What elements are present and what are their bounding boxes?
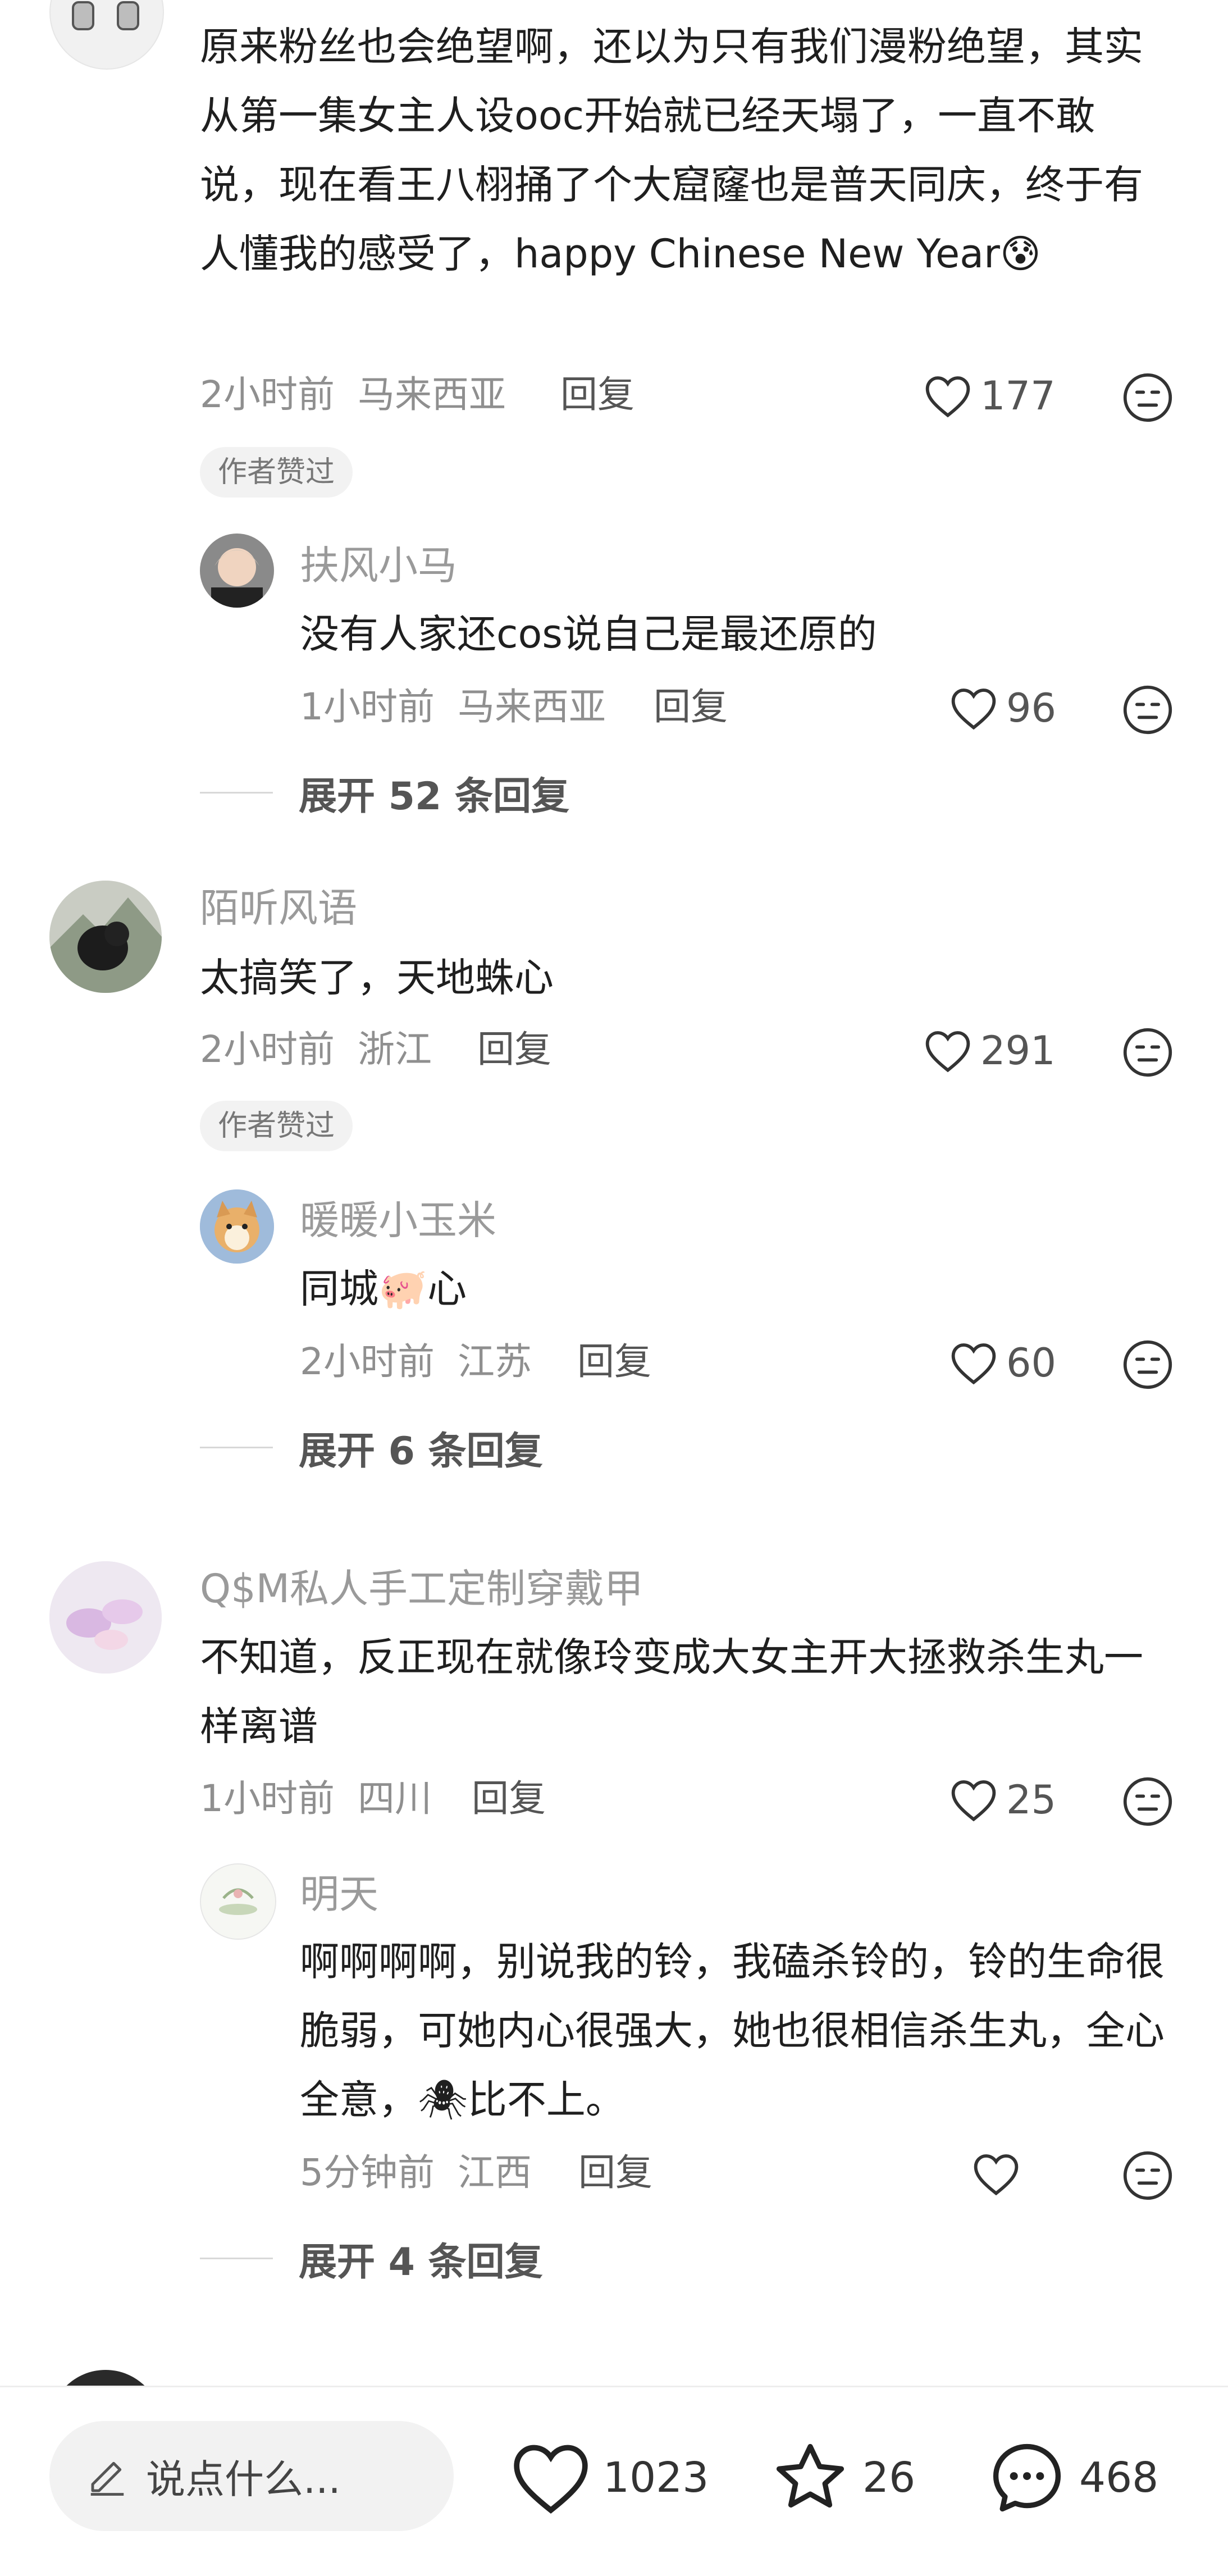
reply-text-part: 心 (427, 1266, 467, 1312)
like-button[interactable]: 177 (923, 371, 1056, 421)
comment-input[interactable]: 说点什么... (49, 2421, 454, 2531)
heart-icon (974, 2154, 1019, 2196)
meh-face-icon[interactable] (1122, 1027, 1174, 1078)
like-post-button[interactable]: 1023 (510, 2441, 709, 2514)
reply-text-part: 同城 (300, 1266, 378, 1312)
reply-meta: 5分钟前 江西 (300, 2148, 532, 2198)
favorite-count: 26 (862, 2454, 916, 2502)
heart-icon (925, 376, 970, 418)
like-button[interactable]: 60 (949, 1338, 1056, 1388)
location: 浙江 (357, 1028, 432, 1071)
star-icon (776, 2443, 844, 2508)
meh-face-icon[interactable] (1122, 2150, 1174, 2201)
meh-face-icon[interactable] (1122, 372, 1174, 423)
comment-meta: 1小时前 四川 (200, 1773, 432, 1824)
location: 四川 (357, 1777, 432, 1820)
like-count: 25 (1006, 1777, 1057, 1823)
comment-author-name[interactable]: 陌听风语 (200, 883, 357, 933)
like-count: 96 (1006, 685, 1057, 731)
divider (200, 792, 273, 794)
comment-author-name[interactable]: Q$M私人手工定制穿戴甲 (200, 1563, 643, 1614)
post-like-count: 1023 (603, 2454, 709, 2502)
bottom-action-bar: 说点什么... 1023 26 468 (0, 2386, 1228, 2576)
like-count: 291 (980, 1028, 1056, 1074)
reply-button[interactable]: 回复 (560, 370, 634, 420)
reply-meta: 2小时前 江苏 (300, 1337, 532, 1387)
expand-replies-button[interactable]: 展开 4 条回复 (200, 2231, 543, 2286)
comment-text: 太搞笑了，天地蛛心 (200, 955, 554, 1001)
timestamp: 1小时前 (200, 1777, 335, 1820)
timestamp: 5分钟前 (300, 2151, 435, 2194)
avatar[interactable] (49, 1561, 162, 1674)
author-liked-badge: 作者赞过 (200, 1101, 353, 1151)
expand-replies-label: 展开 52 条回复 (299, 774, 569, 819)
avatar[interactable] (49, 881, 162, 993)
reply-text: 同城🐖心 (300, 1255, 1165, 1324)
avatar[interactable] (200, 1189, 274, 1264)
timestamp: 2小时前 (300, 1340, 435, 1383)
avatar[interactable] (200, 534, 274, 608)
comment-meta: 2小时前 马来西亚 (200, 370, 506, 420)
reply-text-part: 比不上。 (467, 2077, 625, 2123)
heart-icon (951, 1780, 996, 1822)
expand-replies-button[interactable]: 展开 6 条回复 (200, 1420, 543, 1475)
location: 马来西亚 (457, 685, 606, 728)
author-liked-badge: 作者赞过 (200, 447, 353, 498)
reply-author-name[interactable]: 扶风小马 (300, 540, 457, 591)
reply-button[interactable]: 回复 (654, 682, 728, 732)
divider (200, 1447, 273, 1448)
meh-face-icon[interactable] (1122, 1339, 1174, 1390)
reply-author-name[interactable]: 明天 (300, 1869, 378, 1920)
reply-text: 啊啊啊啊，别说我的铃，我磕杀铃的，铃的生命很脆弱，可她内心很强大，她也很相信杀生… (300, 1927, 1165, 2135)
like-button[interactable]: 96 (949, 683, 1056, 733)
comments-button[interactable]: 468 (986, 2441, 1158, 2514)
reply-author-name[interactable]: 暖暖小玉米 (300, 1195, 496, 1246)
like-count: 177 (980, 373, 1056, 419)
favorite-button[interactable]: 26 (769, 2441, 915, 2514)
like-button[interactable]: 25 (949, 1775, 1056, 1825)
comment-text: 不知道，反正现在就像玲变成大女主开大拯救杀生丸一样离谱 (200, 1634, 1143, 1749)
reply-button[interactable]: 回复 (472, 1773, 546, 1824)
like-button[interactable] (971, 2149, 1029, 2199)
timestamp: 2小时前 (200, 1028, 335, 1071)
heart-icon (951, 689, 996, 730)
comment-input-placeholder: 说点什么... (146, 2456, 341, 2502)
spider-emoji: 🕷 (418, 2077, 468, 2123)
chat-bubble-icon (993, 2443, 1061, 2512)
divider (200, 2258, 273, 2259)
like-count: 60 (1006, 1340, 1057, 1386)
heart-icon (925, 1031, 970, 1073)
avatar[interactable] (49, 0, 164, 70)
reply-button[interactable]: 回复 (477, 1024, 551, 1075)
heart-icon (951, 1343, 996, 1385)
location: 江苏 (457, 1340, 532, 1383)
comment-meta: 2小时前 浙江 (200, 1024, 432, 1075)
reply-meta: 1小时前 马来西亚 (300, 682, 606, 732)
pencil-icon (90, 2461, 124, 2496)
expand-replies-label: 展开 6 条回复 (299, 1429, 543, 1474)
emoji: 😰 (999, 231, 1041, 277)
pig-emoji: 🐖 (378, 1266, 428, 1312)
like-button[interactable]: 291 (923, 1025, 1056, 1076)
expand-replies-label: 展开 4 条回复 (299, 2240, 543, 2285)
meh-face-icon[interactable] (1122, 684, 1174, 736)
meh-face-icon[interactable] (1122, 1776, 1174, 1827)
avatar[interactable] (200, 1863, 276, 1940)
expand-replies-button[interactable]: 展开 52 条回复 (200, 765, 569, 820)
timestamp: 2小时前 (200, 373, 335, 416)
heart-icon (514, 2445, 588, 2514)
comment-text: 原来粉丝也会绝望啊，还以为只有我们漫粉绝望，其实从第一集女主人设ooc开始就已经… (200, 12, 1154, 289)
location: 马来西亚 (357, 373, 506, 416)
reply-button[interactable]: 回复 (578, 2148, 652, 2198)
location: 江西 (457, 2151, 532, 2194)
comment-count: 468 (1079, 2454, 1159, 2502)
timestamp: 1小时前 (300, 685, 435, 728)
reply-text: 没有人家还cos说自己是最还原的 (300, 611, 877, 657)
reply-button[interactable]: 回复 (577, 1337, 651, 1387)
